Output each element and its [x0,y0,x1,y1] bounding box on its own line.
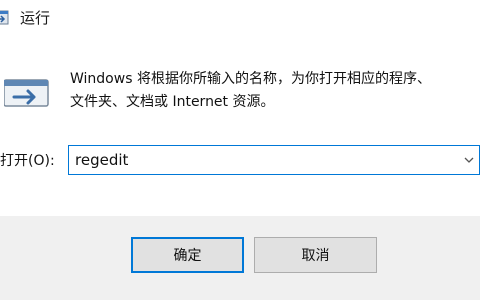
open-label: 打开(O): [0,153,55,169]
run-dialog: 运行 Windows 将根据你所输入的名称，为你打开相应的程序、 文件夹、文档或… [0,0,480,300]
cancel-button[interactable]: 取消 [254,237,377,273]
description-text: Windows 将根据你所输入的名称，为你打开相应的程序、 文件夹、文档或 In… [70,68,475,114]
run-program-icon [4,79,49,107]
open-input[interactable] [69,146,449,174]
ok-button[interactable]: 确定 [131,237,244,273]
title-bar[interactable]: 运行 [0,0,480,40]
description-line-2: 文件夹、文档或 Internet 资源。 [70,94,275,110]
button-bar: 确定 取消 [0,216,480,300]
run-dialog-icon [0,10,9,25]
window-title: 运行 [20,9,51,27]
open-combobox[interactable] [68,145,480,175]
chevron-down-icon[interactable] [463,154,475,166]
description-line-1: Windows 将根据你所输入的名称，为你打开相应的程序、 [70,71,431,87]
